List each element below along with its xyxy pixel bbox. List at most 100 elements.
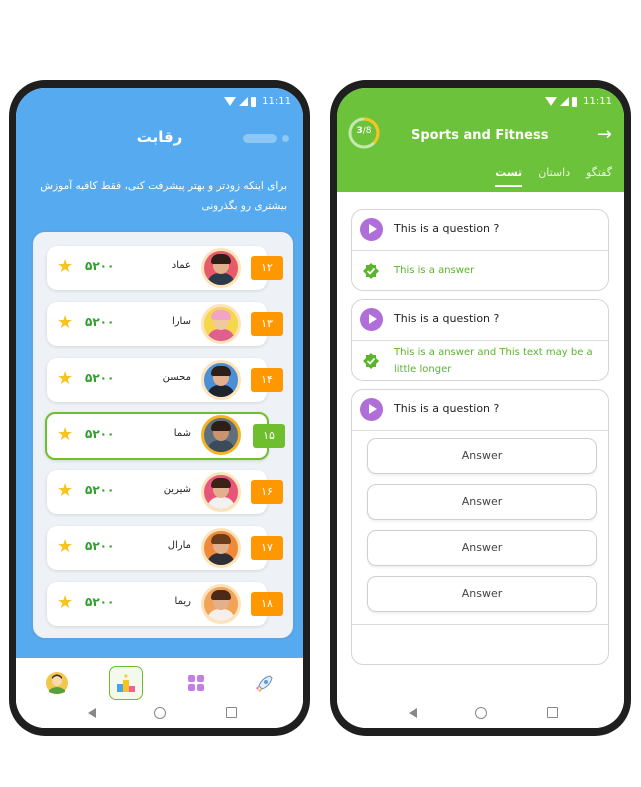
play-icon[interactable] — [360, 218, 383, 241]
recent-apps-icon[interactable] — [547, 707, 558, 718]
star-icon: ★ — [57, 480, 74, 501]
question-card: This is a question ? Answer Answer Answe… — [351, 389, 609, 665]
podium-icon: ★ — [117, 673, 135, 692]
leaderboard-screen: 11:11 رقابت برای اینکه زودتر و بهتر پیشر… — [16, 88, 303, 728]
answer-option[interactable]: Answer — [367, 438, 597, 474]
battery-icon — [572, 96, 578, 107]
signal-icon — [560, 97, 570, 106]
row-score: ۵۲۰۰ — [85, 315, 115, 329]
rank-badge: ۱۴ — [251, 368, 283, 392]
tab-bar: گفتگو داستان تست — [495, 166, 612, 187]
wifi-icon — [545, 97, 558, 106]
star-icon: ★ — [57, 592, 74, 613]
rank-badge: ۱۶ — [251, 480, 283, 504]
back-icon[interactable] — [409, 708, 417, 718]
arrow-right-icon[interactable]: → — [597, 124, 612, 145]
leaderboard-row[interactable]: ★ ۵۲۰۰ عماد ۱۲ — [47, 246, 283, 290]
card-divider — [352, 624, 608, 625]
question-text: This is a question ? — [394, 402, 500, 415]
star-icon: ★ — [57, 368, 74, 389]
home-icon[interactable] — [475, 707, 487, 719]
toggle-indicator — [243, 134, 289, 143]
row-score: ۵۲۰۰ — [85, 427, 115, 441]
status-bar: 11:11 — [337, 88, 624, 114]
grid-icon — [188, 675, 204, 691]
answer-option[interactable]: Answer — [367, 530, 597, 566]
leaderboard-row[interactable]: ★ ۵۲۰۰ محسن ۱۴ — [47, 358, 283, 402]
leaderboard-description: برای اینکه زودتر و بهتر پیشرفت کنی، فقط … — [40, 180, 287, 212]
question-card: This is a question ? This is a answer — [351, 209, 609, 291]
quiz-screen: 11:11 3/8 Sports and Fitness → گفتگو داس… — [337, 88, 624, 728]
row-score: ۵۲۰۰ — [85, 371, 115, 385]
answer-text: This is a answer and This text may be a … — [394, 347, 593, 375]
star-icon: ★ — [57, 536, 74, 557]
check-badge-icon — [363, 263, 379, 279]
avatar — [201, 360, 241, 400]
row-score: ۵۲۰۰ — [85, 539, 115, 553]
status-time: 11:11 — [583, 96, 612, 107]
answer-option[interactable]: Answer — [367, 576, 597, 612]
home-icon[interactable] — [154, 707, 166, 719]
system-navbar — [337, 700, 624, 728]
battery-icon — [251, 96, 257, 107]
nav-categories[interactable] — [179, 666, 213, 700]
leaderboard-row[interactable]: ★ ۵۲۰۰ سارا ۱۳ — [47, 302, 283, 346]
row-name: شما — [173, 428, 191, 439]
row-score: ۵۲۰۰ — [85, 595, 115, 609]
play-icon[interactable] — [360, 308, 383, 331]
signal-icon — [239, 97, 249, 106]
leaderboard-card: ★ ۵۲۰۰ عماد ۱۲ ★ ۵۲۰۰ سارا ۱۳ ★ ۵۲۰۰ محس… — [31, 230, 295, 640]
system-navbar — [16, 700, 303, 728]
phone-leaderboard: 11:11 رقابت برای اینکه زودتر و بهتر پیشر… — [9, 80, 310, 736]
progress-ring: 3/8 — [348, 117, 380, 149]
question-card: This is a question ? This is a answer an… — [351, 299, 609, 381]
star-icon: ★ — [57, 424, 74, 445]
avatar — [201, 472, 241, 512]
row-name: عماد — [171, 260, 191, 271]
avatar — [201, 415, 241, 455]
leaderboard-row[interactable]: ★ ۵۲۰۰ مارال ۱۷ — [47, 526, 283, 570]
star-icon: ★ — [57, 256, 74, 277]
rank-badge: ۱۵ — [253, 424, 285, 448]
page-title: Sports and Fitness — [411, 128, 549, 143]
nav-explore[interactable] — [247, 666, 281, 700]
rank-badge: ۱۷ — [251, 536, 283, 560]
star-icon: ★ — [57, 312, 74, 333]
profile-icon — [46, 672, 68, 694]
question-text: This is a question ? — [394, 222, 500, 235]
avatar — [201, 304, 241, 344]
row-score: ۵۲۰۰ — [85, 483, 115, 497]
avatar — [201, 528, 241, 568]
row-name: مارال — [167, 540, 191, 551]
row-score: ۵۲۰۰ — [85, 259, 115, 273]
leaderboard-row[interactable]: ★ ۵۲۰۰ ریما ۱۸ — [47, 582, 283, 626]
progress-total: /8 — [362, 126, 372, 136]
rocket-icon — [256, 675, 273, 692]
avatar — [201, 584, 241, 624]
status-time: 11:11 — [262, 96, 291, 107]
tab-test[interactable]: تست — [495, 166, 523, 187]
status-bar: 11:11 — [16, 88, 303, 114]
wifi-icon — [224, 97, 237, 106]
tab-story[interactable]: داستان — [538, 166, 570, 187]
answer-option[interactable]: Answer — [367, 484, 597, 520]
avatar — [201, 248, 241, 288]
rank-badge: ۱۳ — [251, 312, 283, 336]
rank-badge: ۱۲ — [251, 256, 283, 280]
question-text: This is a question ? — [394, 312, 500, 325]
rank-badge: ۱۸ — [251, 592, 283, 616]
answer-text: This is a answer — [394, 265, 475, 276]
nav-profile[interactable] — [40, 666, 74, 700]
phone-quiz: 11:11 3/8 Sports and Fitness → گفتگو داس… — [330, 80, 631, 736]
leaderboard-row[interactable]: ★ ۵۲۰۰ شیرین ۱۶ — [47, 470, 283, 514]
leaderboard-row-current-user[interactable]: ★ ۵۲۰۰ شما ۱۵ — [45, 412, 285, 460]
tab-conversation[interactable]: گفتگو — [586, 166, 612, 187]
row-name: شیرین — [163, 484, 191, 495]
recent-apps-icon[interactable] — [226, 707, 237, 718]
check-badge-icon — [363, 353, 379, 369]
play-icon[interactable] — [360, 398, 383, 421]
back-icon[interactable] — [88, 708, 96, 718]
nav-leaderboard[interactable]: ★ — [109, 666, 143, 700]
row-name: محسن — [162, 372, 191, 383]
svg-text:★: ★ — [123, 673, 128, 680]
